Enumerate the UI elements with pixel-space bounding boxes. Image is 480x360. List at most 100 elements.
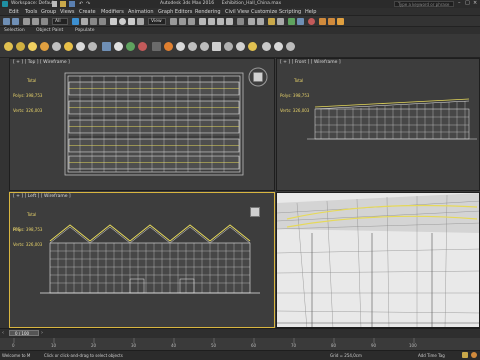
link-icon[interactable] — [23, 18, 30, 25]
keyboard-shortcut-override-icon[interactable] — [188, 18, 195, 25]
layer-manager-icon[interactable] — [268, 18, 275, 25]
display-icon[interactable] — [126, 42, 135, 51]
tab-selection[interactable]: Selection — [4, 28, 25, 33]
time-slider[interactable]: 0 / 100 — [9, 330, 39, 336]
create-lights-icon[interactable] — [28, 42, 37, 51]
render-icon[interactable] — [152, 42, 161, 51]
search-input[interactable]: Type a keyword or phrase — [394, 1, 454, 7]
render-production-icon[interactable] — [337, 18, 344, 25]
hierarchy-icon[interactable] — [102, 42, 111, 51]
snaps-toggle-icon[interactable] — [199, 18, 206, 25]
schematic-view-icon[interactable] — [297, 18, 304, 25]
torus-icon[interactable] — [224, 42, 233, 51]
viewport-perspective[interactable]: [ + ] [ Perspective ] [ Realistic ] — [276, 192, 480, 328]
menu-help[interactable]: Help — [305, 9, 316, 15]
maxscript-listener[interactable]: Welcome to M — [2, 353, 30, 358]
tab-object-paint[interactable]: Object Paint — [36, 28, 63, 33]
angle-snap-icon[interactable] — [208, 18, 215, 25]
timeline-next-icon[interactable]: › — [41, 330, 43, 336]
move-icon[interactable] — [110, 18, 117, 25]
window-crossing-icon[interactable] — [99, 18, 106, 25]
create-geometry-icon[interactable] — [4, 42, 13, 51]
tab-populate[interactable]: Populate — [75, 28, 95, 33]
new-file-icon[interactable] — [52, 1, 57, 7]
rectangular-selection-icon[interactable] — [90, 18, 97, 25]
viewcube[interactable] — [248, 67, 268, 87]
mirror-icon[interactable] — [248, 18, 255, 25]
undo-icon[interactable]: ↶ — [79, 1, 83, 7]
material-editor-icon[interactable] — [308, 18, 315, 25]
scene-explorer-icon[interactable] — [277, 18, 284, 25]
viewport-top[interactable]: [ + ] [ Top ] [ Wireframe ] Total Polys:… — [9, 58, 275, 191]
add-time-tag[interactable]: Add Time Tag — [418, 353, 445, 358]
teapot-icon[interactable] — [164, 42, 173, 51]
scale-icon[interactable] — [128, 18, 135, 25]
utilities-icon[interactable] — [138, 42, 147, 51]
particle-icon[interactable] — [88, 42, 97, 51]
lock-icon[interactable] — [462, 352, 468, 358]
menu-graph-editors[interactable]: Graph Editors — [158, 9, 192, 15]
environment-icon[interactable] — [176, 42, 185, 51]
maximize-icon[interactable]: □ — [465, 0, 470, 6]
create-helpers-icon[interactable] — [52, 42, 61, 51]
menu-civil-view[interactable]: Civil View — [225, 9, 249, 15]
menu-group[interactable]: Group — [41, 9, 56, 15]
plane-icon[interactable] — [262, 42, 271, 51]
motion-icon[interactable] — [114, 42, 123, 51]
menu-scripting[interactable]: Scripting — [279, 9, 301, 15]
rendered-frame-window-icon[interactable] — [328, 18, 335, 25]
menu-edit[interactable]: Edit — [9, 9, 19, 15]
cylinder-icon[interactable] — [248, 42, 257, 51]
box-icon[interactable] — [212, 42, 221, 51]
spinner-snap-icon[interactable] — [226, 18, 233, 25]
edit-named-selection-icon[interactable] — [237, 18, 244, 25]
create-spacewarps-icon[interactable] — [64, 42, 73, 51]
undo-toolbar-icon[interactable] — [3, 18, 10, 25]
sphere-icon[interactable] — [200, 42, 209, 51]
key-icon[interactable] — [471, 352, 477, 358]
selection-filter-dropdown[interactable]: All — [52, 18, 68, 25]
menu-animation[interactable]: Animation — [128, 9, 154, 15]
redo-toolbar-icon[interactable] — [12, 18, 19, 25]
unlink-icon[interactable] — [32, 18, 39, 25]
app-logo-icon[interactable] — [2, 1, 8, 7]
rotate-icon[interactable] — [119, 18, 126, 25]
workspace-selector[interactable]: Workspace: Default — [11, 1, 55, 6]
place-icon[interactable] — [137, 18, 144, 25]
menu-rendering[interactable]: Rendering — [195, 9, 221, 15]
curve-editor-icon[interactable] — [288, 18, 295, 25]
redo-icon[interactable]: ↷ — [86, 1, 90, 7]
systems-icon[interactable] — [76, 42, 85, 51]
bind-space-warp-icon[interactable] — [41, 18, 48, 25]
select-by-name-icon[interactable] — [81, 18, 88, 25]
align-icon[interactable] — [257, 18, 264, 25]
create-cameras-icon[interactable] — [40, 42, 49, 51]
effects-icon[interactable] — [188, 42, 197, 51]
tube-icon[interactable] — [286, 42, 295, 51]
pyramid-icon[interactable] — [274, 42, 283, 51]
percent-snap-icon[interactable] — [217, 18, 224, 25]
pivot-center-icon[interactable] — [170, 18, 177, 25]
create-shapes-icon[interactable] — [16, 42, 25, 51]
reference-coordinate-dropdown[interactable]: View — [148, 18, 166, 25]
select-object-icon[interactable] — [72, 18, 79, 25]
render-setup-icon[interactable] — [319, 18, 326, 25]
open-file-icon[interactable] — [60, 1, 66, 7]
select-manipulate-icon[interactable] — [179, 18, 186, 25]
close-icon[interactable]: × — [473, 0, 477, 6]
minimize-icon[interactable]: – — [458, 0, 461, 6]
save-file-icon[interactable] — [69, 1, 75, 7]
menu-views[interactable]: Views — [60, 9, 74, 15]
viewcube-left[interactable] — [250, 207, 260, 217]
file-name: Exhibition_Hall_China.max — [221, 1, 282, 6]
menu-create[interactable]: Create — [79, 9, 96, 15]
viewport-left[interactable]: [ + ] [ Left ] [ Wireframe ] Total Polys… — [9, 192, 275, 328]
menu-modifiers[interactable]: Modifiers — [101, 9, 124, 15]
timeline-prev-icon[interactable]: ‹ — [2, 330, 4, 336]
menu-tools[interactable]: Tools — [25, 9, 37, 15]
viewport-front[interactable]: [ + ] [ Front ] [ Wireframe ] Total Poly… — [276, 58, 480, 191]
timeline[interactable]: ‹ 0 / 100 › — [0, 328, 480, 338]
track-bar[interactable]: 0 10 20 30 40 50 60 70 80 90 100 — [0, 338, 480, 350]
cone-icon[interactable] — [236, 42, 245, 51]
menu-customize[interactable]: Customize — [251, 9, 277, 15]
